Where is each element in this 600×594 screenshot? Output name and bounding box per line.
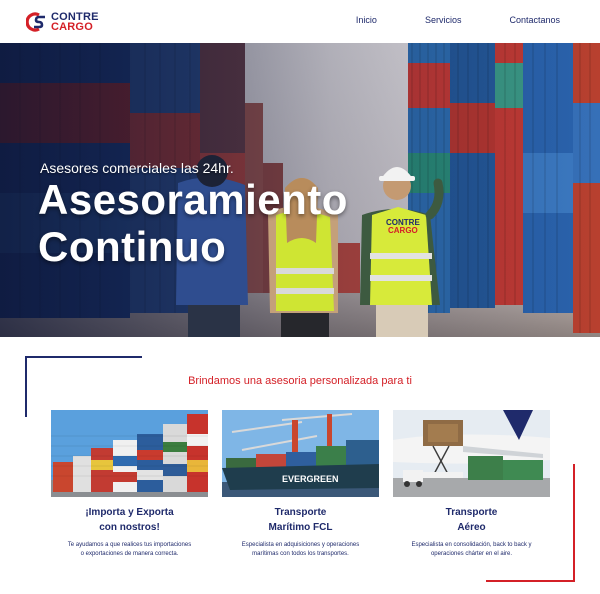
service-card-title-line2: Marítimo FCL — [268, 522, 333, 533]
nav-item-contactanos[interactable]: Contactanos — [509, 15, 560, 25]
main-nav: Inicio Servicios Contactanos — [356, 15, 560, 25]
brand-name-line2: CARGO — [51, 21, 93, 33]
service-card-description: Especialista en consolidación, back to b… — [393, 541, 550, 559]
nav-item-servicios[interactable]: Servicios — [425, 15, 462, 25]
brand-logo[interactable]: CONTRE CARGO — [26, 9, 99, 35]
hero-title-line2: Continuo — [38, 223, 227, 270]
hero-subtitle: Asesores comerciales las 24hr. — [40, 160, 234, 176]
containers-image — [51, 410, 208, 497]
hero-title: Asesoramiento Continuo — [38, 176, 348, 270]
service-card-desc-line2: operaciones chárter en el aire. — [430, 551, 513, 557]
cs-logo-icon — [26, 12, 45, 32]
site-header: CONTRE CARGO Inicio Servicios Contactano… — [0, 0, 600, 43]
service-card-desc-line1: Te ayudamos a que realices tus importaci… — [67, 542, 192, 548]
decorative-frame-bottom-right-v — [573, 464, 575, 582]
service-card-description: Te ayudamos a que realices tus importaci… — [51, 541, 208, 559]
decorative-frame-bottom-right-h — [486, 580, 575, 582]
brand-name: CONTRE CARGO — [51, 12, 99, 33]
service-card-title: Transporte Aéreo — [393, 505, 550, 535]
service-card-title: Transporte Marítimo FCL — [222, 505, 379, 535]
service-card-desc-line1: Especialista en consolidación, back to b… — [411, 542, 532, 548]
service-card-description: Especialista en adquisiciones y operacio… — [222, 541, 379, 559]
service-card-desc-line1: Especialista en adquisiciones y operacio… — [241, 542, 360, 548]
hero-banner: CONTRE CARGO Asesores comerciales las 24… — [0, 43, 600, 337]
vest-logo-text-2: CARGO — [388, 226, 418, 235]
hero-title-line1: Asesoramiento — [38, 176, 348, 223]
service-card-title-line1: Transporte — [274, 507, 327, 518]
service-card-desc-line2: marítimas con todos los transportes. — [252, 551, 349, 557]
service-card-desc-line2: o exportaciones de manera correcta. — [80, 551, 179, 557]
service-card-maritime-fcl[interactable]: EVERGREEN Transporte Marítimo FCL Especi… — [222, 410, 379, 559]
service-card-title-line1: Transporte — [445, 507, 498, 518]
service-card-title: ¡Importa y Exporta con nostros! — [51, 505, 208, 535]
cargo-ship-image: EVERGREEN — [222, 410, 379, 497]
service-card-air-transport[interactable]: Transporte Aéreo Especialista en consoli… — [393, 410, 550, 559]
service-card-title-line2: con nostros! — [99, 522, 160, 533]
service-card-title-line2: Aéreo — [457, 522, 486, 533]
decorative-frame-top-left-h — [25, 356, 142, 358]
nav-item-inicio[interactable]: Inicio — [356, 15, 377, 25]
ship-name-text: EVERGREEN — [282, 474, 339, 484]
service-card-import-export[interactable]: ¡Importa y Exporta con nostros! Te ayuda… — [51, 410, 208, 559]
service-card-title-line1: ¡Importa y Exporta — [85, 507, 174, 518]
services-tagline: Brindamos una asesoria personalizada par… — [188, 375, 412, 387]
air-cargo-image — [393, 410, 550, 497]
